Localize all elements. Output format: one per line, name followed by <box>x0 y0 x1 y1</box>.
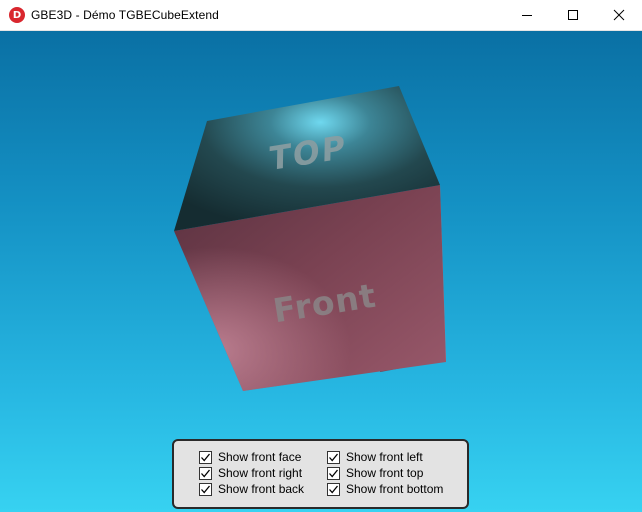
option-label: Show front left <box>346 450 423 464</box>
checkbox-checked-icon[interactable] <box>327 466 340 480</box>
checkbox-checked-icon[interactable] <box>199 450 212 464</box>
option-show-front-bottom[interactable]: Show front bottom <box>327 481 443 497</box>
option-show-front-back[interactable]: Show front back <box>199 481 304 497</box>
option-label: Show front top <box>346 466 424 480</box>
maximize-icon <box>568 10 578 20</box>
option-show-front-left[interactable]: Show front left <box>327 449 423 465</box>
option-label: Show front right <box>218 466 303 480</box>
checkbox-checked-icon[interactable] <box>199 466 212 480</box>
window-title: GBE3D - Démo TGBECubeExtend <box>31 8 219 22</box>
option-label: Show front bottom <box>346 482 444 496</box>
option-show-front-top[interactable]: Show front top <box>327 465 423 481</box>
close-icon <box>613 9 625 21</box>
options-panel: Show front face Show front right Show fr… <box>172 439 469 509</box>
minimize-button[interactable] <box>504 0 550 30</box>
option-show-front-face[interactable]: Show front face <box>199 449 301 465</box>
checkbox-checked-icon[interactable] <box>327 482 340 496</box>
close-button[interactable] <box>596 0 642 30</box>
title-bar: D GBE3D - Démo TGBECubeExtend <box>0 0 642 31</box>
checkbox-checked-icon[interactable] <box>199 482 212 496</box>
maximize-button[interactable] <box>550 0 596 30</box>
option-label: Show front face <box>218 450 302 464</box>
option-label: Show front back <box>218 482 305 496</box>
option-show-front-right[interactable]: Show front right <box>199 465 302 481</box>
minimize-icon <box>522 15 532 16</box>
app-logo-icon: D <box>9 7 25 23</box>
checkbox-checked-icon[interactable] <box>327 450 340 464</box>
